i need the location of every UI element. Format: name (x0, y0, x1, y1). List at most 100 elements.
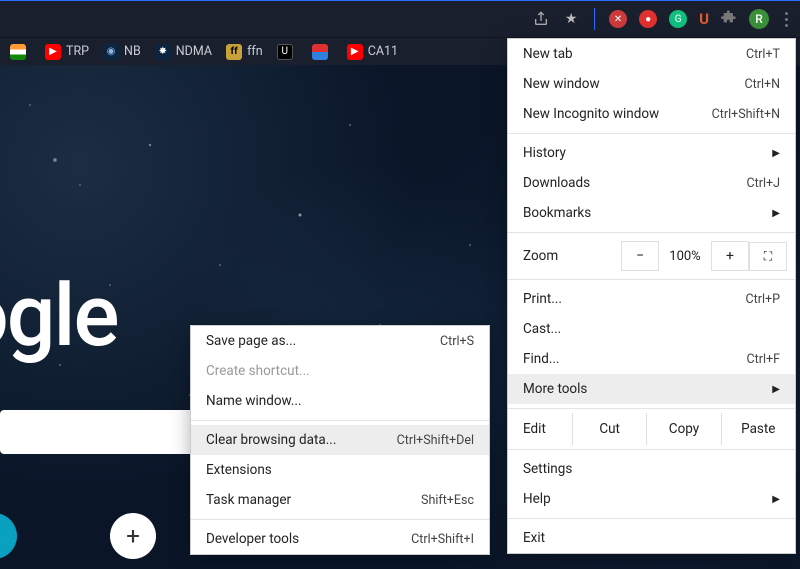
chrome-menu-button[interactable] (781, 8, 792, 31)
profile-avatar[interactable]: R (749, 9, 769, 29)
menu-separator (508, 232, 795, 233)
menu-shortcut: Ctrl+S (440, 334, 474, 349)
extension-grammarly-icon[interactable]: G (669, 10, 687, 28)
bookmark-item[interactable]: ✸NDMA (155, 44, 212, 60)
menu-label: Clear browsing data... (206, 432, 336, 448)
menu-shortcut: Ctrl+T (746, 47, 780, 62)
youtube-icon: ▶ (45, 44, 61, 60)
menu-separator (508, 408, 795, 409)
pixel-icon (312, 44, 328, 60)
menu-extensions[interactable]: Extensions (191, 455, 489, 485)
bookmark-label: TRP (66, 44, 89, 59)
menu-label: Name window... (206, 393, 302, 409)
submenu-arrow-icon: ▶ (772, 148, 780, 159)
edit-cut-button[interactable]: Cut (572, 413, 646, 445)
menu-help[interactable]: Help ▶ (508, 484, 795, 514)
zoom-label: Zoom (523, 248, 621, 264)
bookmark-label: CA11 (368, 44, 398, 59)
menu-clear-browsing-data[interactable]: Clear browsing data... Ctrl+Shift+Del (191, 425, 489, 455)
submenu-arrow-icon: ▶ (772, 384, 780, 395)
menu-separator (508, 133, 795, 134)
zoom-out-button[interactable]: − (621, 241, 659, 271)
menu-label: Developer tools (206, 531, 299, 547)
shortcut-chip[interactable]: o (0, 513, 17, 559)
menu-shortcut: Ctrl+N (744, 77, 780, 92)
menu-label: Bookmarks (523, 205, 591, 221)
bookmark-item[interactable]: U (277, 44, 298, 60)
menu-task-manager[interactable]: Task manager Shift+Esc (191, 485, 489, 515)
menu-label: Exit (523, 530, 545, 546)
menu-cast[interactable]: Cast... (508, 314, 795, 344)
add-shortcut-button[interactable]: + (110, 513, 156, 559)
menu-new-tab[interactable]: New tab Ctrl+T (508, 39, 795, 69)
bookmark-item[interactable]: ffffn (226, 44, 263, 60)
menu-more-tools[interactable]: More tools ▶ (508, 374, 795, 404)
extension-u-icon[interactable]: U (699, 10, 709, 28)
menu-label: History (523, 145, 566, 161)
menu-name-window[interactable]: Name window... (191, 386, 489, 416)
menu-find[interactable]: Find... Ctrl+F (508, 344, 795, 374)
menu-label: Create shortcut... (206, 363, 310, 379)
menu-label: Print... (523, 291, 562, 307)
menu-bookmarks[interactable]: Bookmarks ▶ (508, 198, 795, 228)
menu-separator (191, 420, 489, 421)
u-square-icon: U (277, 44, 293, 60)
menu-label: New tab (523, 46, 573, 62)
google-logo-text: ogle (0, 265, 118, 366)
menu-separator (191, 519, 489, 520)
nb-icon: ◉ (103, 44, 119, 60)
menu-developer-tools[interactable]: Developer tools Ctrl+Shift+I (191, 524, 489, 554)
menu-label: New window (523, 76, 600, 92)
edit-label: Edit (508, 413, 572, 445)
bookmark-label: NDMA (176, 44, 212, 59)
bookmark-item[interactable]: ◉ NB (103, 44, 141, 60)
menu-label: Save page as... (206, 333, 296, 349)
flag-india-icon (10, 44, 26, 60)
browser-toolbar: ★ ✕ ● G U R (0, 0, 800, 37)
extension-icon-2[interactable]: ● (639, 10, 657, 28)
menu-separator (508, 449, 795, 450)
menu-label: New Incognito window (523, 106, 659, 122)
menu-print[interactable]: Print... Ctrl+P (508, 284, 795, 314)
menu-label: More tools (523, 381, 587, 397)
menu-shortcut: Ctrl+Shift+I (411, 532, 474, 547)
menu-downloads[interactable]: Downloads Ctrl+J (508, 168, 795, 198)
bookmark-item[interactable] (10, 44, 31, 60)
zoom-in-button[interactable]: + (711, 241, 749, 271)
share-icon[interactable] (532, 10, 550, 28)
bookmark-label: NB (124, 44, 141, 59)
menu-settings[interactable]: Settings (508, 454, 795, 484)
bookmark-star-icon[interactable]: ★ (562, 10, 580, 28)
menu-shortcut: Ctrl+Shift+Del (397, 433, 474, 448)
menu-label: Help (523, 491, 551, 507)
zoom-value: 100% (659, 249, 711, 264)
bookmark-item[interactable] (312, 44, 333, 60)
menu-create-shortcut: Create shortcut... (191, 356, 489, 386)
menu-separator (508, 518, 795, 519)
menu-label: Settings (523, 461, 572, 477)
menu-shortcut: Shift+Esc (421, 493, 474, 508)
menu-shortcut: Ctrl+Shift+N (712, 107, 780, 122)
menu-new-window[interactable]: New window Ctrl+N (508, 69, 795, 99)
ffn-icon: ff (226, 44, 242, 60)
fullscreen-button[interactable] (749, 242, 787, 271)
menu-shortcut: Ctrl+F (746, 352, 780, 367)
menu-exit[interactable]: Exit (508, 523, 795, 553)
menu-label: Find... (523, 351, 560, 367)
more-tools-submenu: Save page as... Ctrl+S Create shortcut..… (190, 325, 490, 555)
edit-paste-button[interactable]: Paste (721, 413, 795, 445)
extensions-puzzle-icon[interactable] (721, 9, 737, 29)
menu-label: Downloads (523, 175, 590, 191)
menu-save-page-as[interactable]: Save page as... Ctrl+S (191, 326, 489, 356)
bookmark-item[interactable]: ▶CA11 (347, 44, 398, 60)
extension-icon-1[interactable]: ✕ (609, 10, 627, 28)
submenu-arrow-icon: ▶ (772, 208, 780, 219)
menu-new-incognito[interactable]: New Incognito window Ctrl+Shift+N (508, 99, 795, 129)
submenu-arrow-icon: ▶ (772, 494, 780, 505)
menu-label: Extensions (206, 462, 272, 478)
chrome-main-menu: New tab Ctrl+T New window Ctrl+N New Inc… (507, 38, 796, 554)
menu-label: Cast... (523, 321, 561, 337)
bookmark-item[interactable]: ▶ TRP (45, 44, 89, 60)
edit-copy-button[interactable]: Copy (646, 413, 720, 445)
menu-history[interactable]: History ▶ (508, 138, 795, 168)
